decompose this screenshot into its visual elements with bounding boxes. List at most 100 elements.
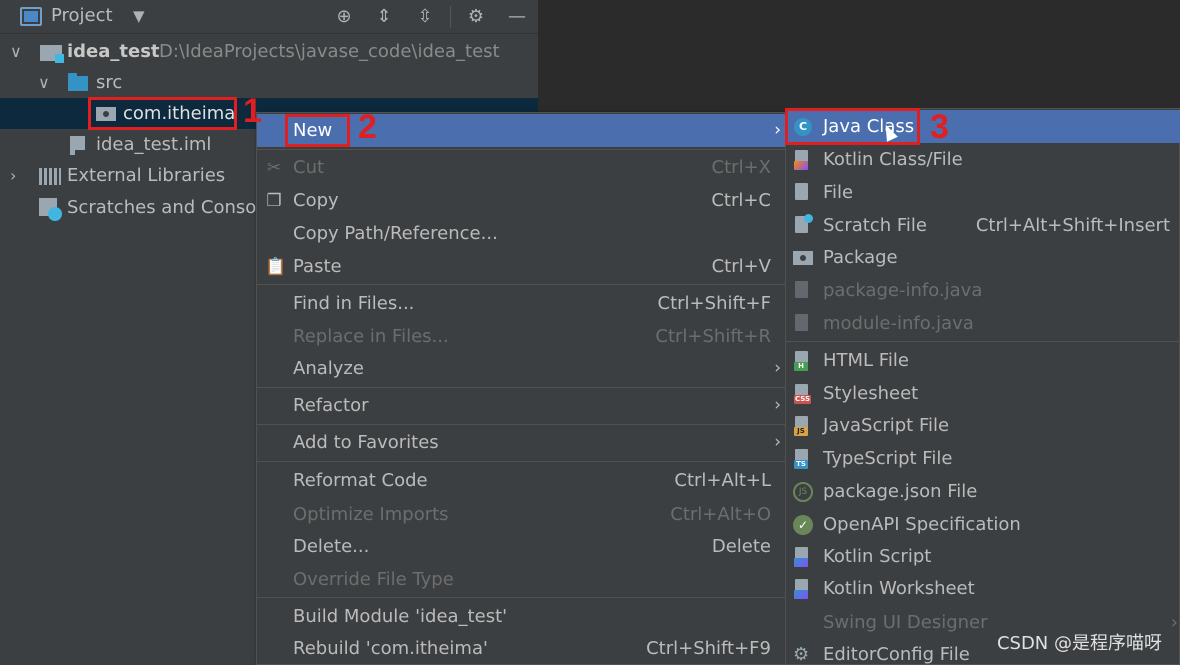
submenu-item-label: TypeScript File (823, 448, 953, 469)
chevron-down-icon[interactable]: ∨ (10, 36, 22, 67)
menu-item-label: Copy Path/Reference... (293, 223, 498, 244)
submenu-item-label: JavaScript File (823, 415, 950, 436)
menu-item-analyze[interactable]: Analyze › (257, 352, 785, 385)
project-view-title[interactable]: Project (51, 4, 113, 28)
tree-row-src[interactable]: ∨ src (0, 67, 538, 98)
menu-item-build-module[interactable]: Build Module 'idea_test' (257, 600, 785, 633)
menu-item-label: Reformat Code (293, 470, 428, 491)
root-name: idea_test (67, 41, 160, 62)
new-submenu: C Java Class Kotlin Class/File File Scra… (785, 108, 1180, 665)
menu-item-shortcut: Delete (711, 536, 771, 557)
typescript-file-icon: TS (794, 449, 811, 469)
external-libraries-label: External Libraries (67, 165, 226, 186)
chevron-right-icon: › (1170, 612, 1178, 633)
hide-panel-icon[interactable]: — (506, 6, 528, 28)
tree-row-iml[interactable]: idea_test.iml (0, 129, 256, 160)
menu-item-label: Optimize Imports (293, 504, 449, 525)
select-opened-file-icon[interactable]: ⊕ (333, 6, 355, 28)
menu-item-replace-in-files[interactable]: Replace in Files... Ctrl+Shift+R (257, 320, 785, 353)
submenu-item-module-info[interactable]: module-info.java (786, 307, 1180, 340)
annotation-box-java-class (785, 108, 920, 145)
submenu-item-openapi[interactable]: ✓ OpenAPI Specification (786, 508, 1180, 541)
submenu-item-stylesheet[interactable]: CSS Stylesheet (786, 377, 1180, 410)
submenu-item-file[interactable]: File (786, 176, 1180, 209)
nodejs-icon: JS (793, 482, 813, 502)
submenu-item-label: EditorConfig File (823, 644, 970, 665)
submenu-item-scratch-file[interactable]: Scratch File Ctrl+Alt+Shift+Insert (786, 209, 1180, 242)
submenu-item-label: OpenAPI Specification (823, 514, 1021, 535)
kotlin-script-icon (794, 547, 811, 567)
openapi-icon: ✓ (793, 515, 813, 535)
menu-item-find-in-files[interactable]: Find in Files... Ctrl+Shift+F (257, 287, 785, 320)
submenu-item-package-info[interactable]: package-info.java (786, 274, 1180, 307)
menu-item-shortcut: Ctrl+Alt+O (670, 504, 771, 525)
javascript-file-icon: JS (794, 416, 811, 436)
scratches-label: Scratches and Conso (67, 197, 257, 218)
menu-item-label: Build Module 'idea_test' (293, 606, 508, 627)
root-path: D:\IdeaProjects\javase_code\idea_test (159, 41, 500, 62)
scratch-file-icon (794, 214, 813, 236)
expand-all-icon[interactable]: ⇕ (373, 6, 395, 28)
iml-file-icon (70, 136, 85, 155)
submenu-item-label: HTML File (823, 350, 909, 371)
menu-item-copy-path[interactable]: Copy Path/Reference... (257, 217, 785, 250)
chevron-right-icon: › (774, 120, 781, 140)
menu-item-shortcut: Ctrl+X (711, 157, 771, 178)
submenu-item-html-file[interactable]: H HTML File (786, 344, 1180, 377)
submenu-item-kotlin-worksheet[interactable]: Kotlin Worksheet (786, 572, 1180, 605)
css-file-icon: CSS (794, 384, 812, 404)
submenu-item-javascript-file[interactable]: JS JavaScript File (786, 409, 1180, 442)
chevron-right-icon[interactable]: › (10, 160, 16, 191)
menu-item-copy[interactable]: ❐ Copy Ctrl+C (257, 184, 785, 217)
menu-item-shortcut: Ctrl+Shift+F9 (646, 638, 771, 659)
kotlin-file-icon (794, 150, 811, 170)
menu-item-add-to-favorites[interactable]: Add to Favorites › (257, 426, 785, 459)
view-dropdown-chevron-icon[interactable]: ▼ (133, 4, 145, 28)
menu-item-label: Analyze (293, 358, 364, 379)
menu-item-paste[interactable]: 📋 Paste Ctrl+V (257, 250, 785, 283)
menu-item-cut[interactable]: ✂ Cut Ctrl+X (257, 151, 785, 184)
menu-item-label: Delete... (293, 536, 370, 557)
project-toolbar: Project ▼ ⊕ ⇕ ⇳ ⚙ — (0, 0, 538, 34)
chevron-down-icon[interactable]: ∨ (38, 67, 50, 98)
menu-item-shortcut: Ctrl+Alt+L (674, 470, 771, 491)
source-folder-icon (68, 73, 88, 91)
menu-item-shortcut: Ctrl+V (711, 256, 771, 277)
submenu-divider (786, 341, 1180, 342)
menu-item-shortcut: Ctrl+Shift+R (655, 326, 771, 347)
tree-row-root[interactable]: ∨ idea_test D:\IdeaProjects\javase_code\… (0, 36, 538, 67)
gear-icon[interactable]: ⚙ (465, 6, 487, 28)
submenu-item-label: package-info.java (823, 280, 983, 301)
menu-item-label: Copy (293, 190, 339, 211)
java-file-icon (794, 281, 811, 301)
submenu-item-package[interactable]: Package (786, 241, 1180, 274)
gear-icon: ⚙ (793, 644, 810, 665)
submenu-item-package-json[interactable]: JS package.json File (786, 475, 1180, 508)
menu-item-label: Paste (293, 256, 342, 277)
menu-item-override-file-type[interactable]: Override File Type (257, 563, 785, 596)
menu-item-optimize-imports[interactable]: Optimize Imports Ctrl+Alt+O (257, 498, 785, 531)
chevron-right-icon: › (774, 432, 781, 452)
tree-row-external-libraries[interactable]: › External Libraries (0, 160, 256, 191)
submenu-item-label: Package (823, 247, 898, 268)
chevron-right-icon: › (774, 395, 781, 415)
tree-row-scratches[interactable]: Scratches and Conso (0, 192, 256, 223)
menu-item-reformat-code[interactable]: Reformat Code Ctrl+Alt+L (257, 464, 785, 497)
submenu-item-kotlin-script[interactable]: Kotlin Script (786, 540, 1180, 573)
iml-file-label: idea_test.iml (96, 134, 212, 155)
menu-item-label: Refactor (293, 395, 369, 416)
menu-item-delete[interactable]: Delete... Delete (257, 530, 785, 563)
menu-divider (257, 597, 785, 598)
module-folder-icon (40, 45, 64, 63)
chevron-right-icon: › (774, 358, 781, 378)
submenu-item-typescript-file[interactable]: TS TypeScript File (786, 442, 1180, 475)
menu-item-refactor[interactable]: Refactor › (257, 389, 785, 422)
src-label: src (96, 72, 123, 93)
submenu-item-label: Kotlin Class/File (823, 149, 963, 170)
collapse-all-icon[interactable]: ⇳ (414, 6, 436, 28)
submenu-item-label: module-info.java (823, 313, 974, 334)
submenu-item-kotlin-class[interactable]: Kotlin Class/File (786, 143, 1180, 176)
menu-item-rebuild[interactable]: Rebuild 'com.itheima' Ctrl+Shift+F9 (257, 632, 785, 665)
menu-divider (257, 461, 785, 462)
java-file-icon (794, 314, 811, 334)
